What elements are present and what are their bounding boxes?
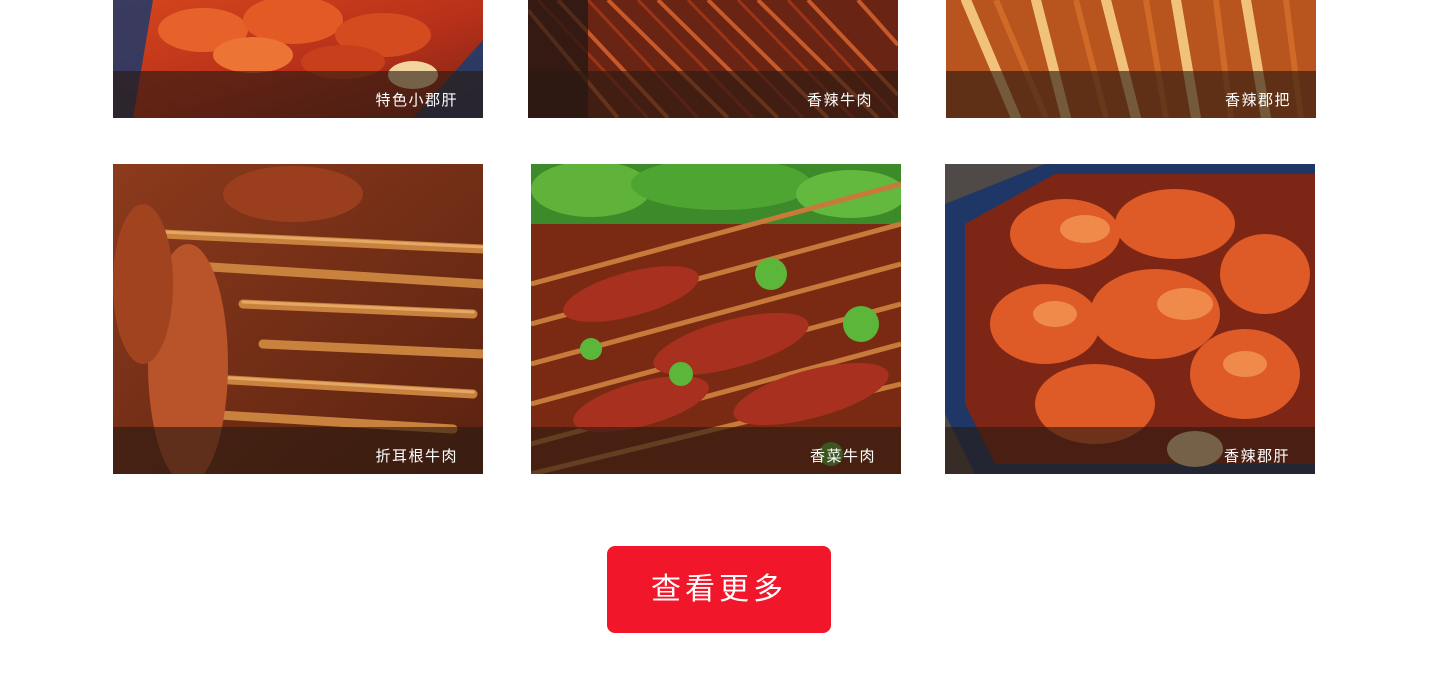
item-label: 香辣郡肝 <box>1223 447 1290 465</box>
item-label: 香菜牛肉 <box>809 447 876 465</box>
gallery-item-3[interactable]: 香辣郡把 <box>946 0 1316 118</box>
gallery-item-4[interactable]: 折耳根牛肉 <box>113 164 483 474</box>
view-more-button[interactable]: 查看更多 <box>607 546 831 633</box>
item-label: 折耳根牛肉 <box>375 447 458 465</box>
item-label: 香辣牛肉 <box>806 91 873 109</box>
gallery-item-6[interactable]: 香辣郡肝 <box>945 164 1315 474</box>
item-label: 香辣郡把 <box>1224 91 1291 109</box>
gallery-item-2[interactable]: 香辣牛肉 <box>528 0 898 118</box>
gallery-item-1[interactable]: 特色小郡肝 <box>113 0 483 118</box>
item-label: 特色小郡肝 <box>375 91 458 109</box>
gallery-item-5[interactable]: 香菜牛肉 <box>531 164 901 474</box>
